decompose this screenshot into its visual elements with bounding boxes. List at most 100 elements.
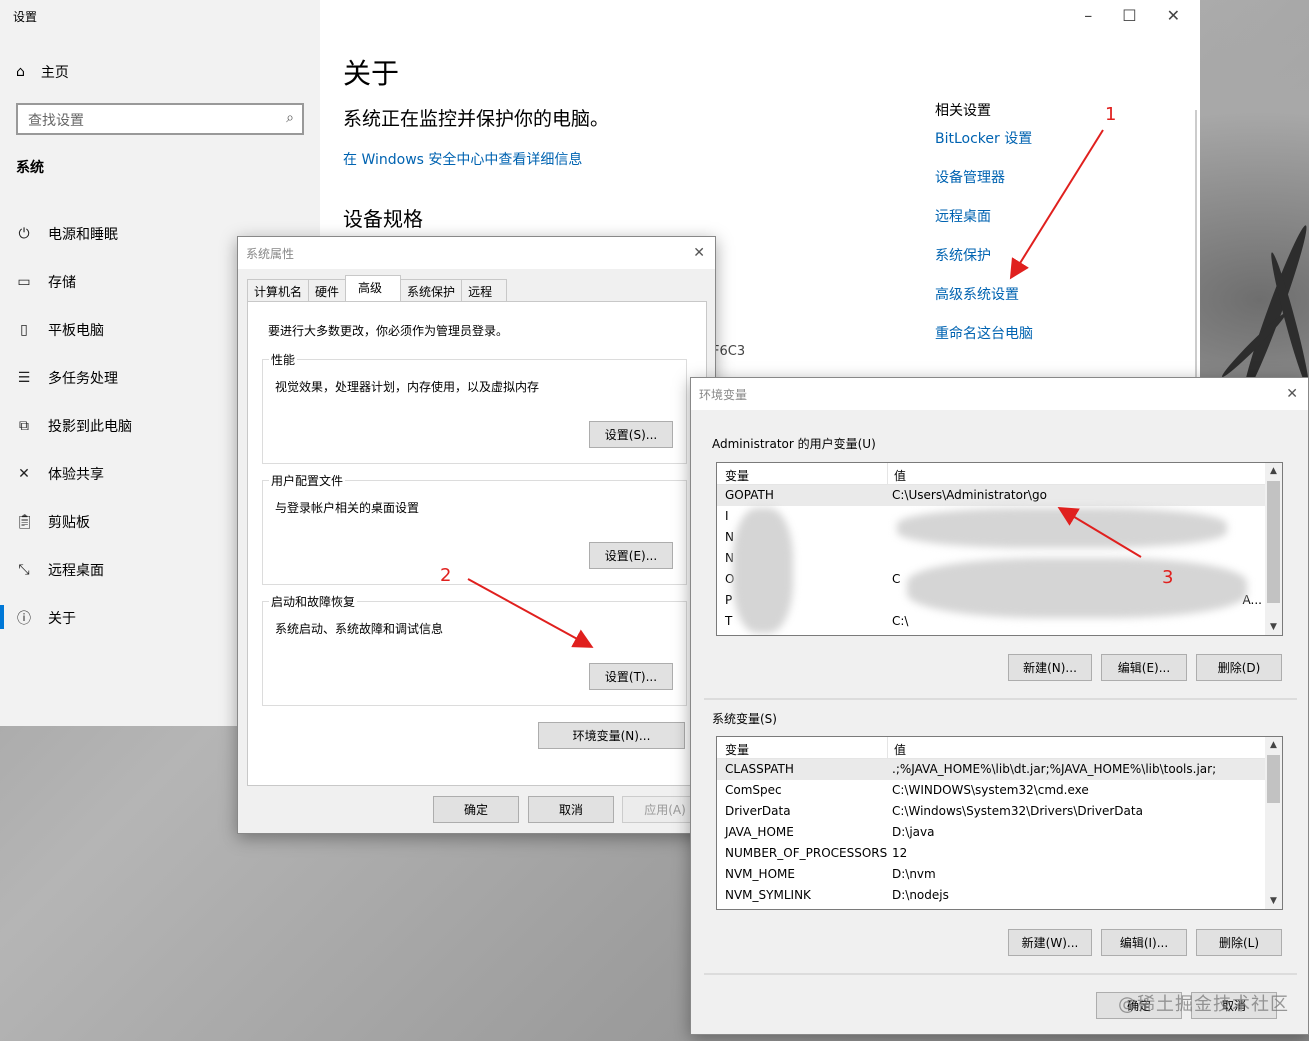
scroll-thumb[interactable] [1267,481,1280,603]
profiles-settings-button[interactable]: 设置(E)... [589,542,673,569]
divider [704,973,1297,975]
sidebar-item-remote[interactable]: ⤡ 远程桌面 [16,556,104,584]
admin-note: 要进行大多数更改，你必须作为管理员登录。 [268,324,509,338]
sidebar-item-label: 电源和睡眠 [48,227,118,243]
system-properties-dialog: 系统属性 ✕ 计算机名 硬件 高级 系统保护 远程 要进行大多数更改，你必须作为… [237,236,716,834]
column-header-value[interactable]: 值 [888,737,912,758]
tablet-icon: ▯ [20,322,28,338]
device-spec-title: 设备规格 [343,207,423,231]
home-nav-item[interactable]: ⌂ 主页 [16,62,69,82]
scroll-thumb[interactable] [1267,755,1280,803]
sidebar-item-label: 存储 [48,275,76,291]
user-variables-list[interactable]: 变量 值 GOPATH C:\Users\Administrator\go I … [716,462,1283,636]
tab-hardware[interactable]: 硬件 [308,279,347,301]
system-variables-list[interactable]: 变量 值 CLASSPATH .;%JAVA_HOME%\lib\dt.jar;… [716,736,1283,910]
system-edit-button[interactable]: 编辑(I)... [1101,929,1187,956]
column-header-value[interactable]: 值 [888,463,912,484]
tab-strip: 计算机名 硬件 高级 系统保护 远程 [247,275,508,301]
multitask-icon: ☰ [17,370,31,386]
close-icon[interactable]: ✕ [1286,386,1298,402]
bitlocker-link[interactable]: BitLocker 设置 [935,128,1032,148]
scroll-down-icon[interactable]: ▼ [1265,622,1282,632]
environment-variables-dialog: 环境变量 ✕ Administrator 的用户变量(U) 变量 值 GOPAT… [690,377,1309,1035]
search-icon: ⌕ [286,110,294,126]
vertical-scrollbar[interactable]: ▲ ▼ [1265,463,1282,635]
var-name: JAVA_HOME [725,825,794,839]
vertical-scrollbar[interactable]: ▲ ▼ [1265,737,1282,909]
sidebar-item-power[interactable]: ⏻ 电源和睡眠 [16,220,118,248]
environment-variables-button[interactable]: 环境变量(N)... [538,722,685,749]
user-new-button[interactable]: 新建(N)... [1008,654,1092,681]
sidebar-item-tablet[interactable]: ▯ 平板电脑 [16,316,104,344]
system-new-button[interactable]: 新建(W)... [1008,929,1092,956]
advanced-system-settings-link[interactable]: 高级系统设置 [935,284,1019,304]
minimize-icon[interactable]: – [1084,6,1092,25]
table-row[interactable]: NVM_HOME D:\nvm [717,864,1282,885]
tab-system-protection[interactable]: 系统保护 [400,279,463,301]
page-title: 关于 [343,57,400,90]
group-label: 性能 [269,351,298,368]
tab-remote[interactable]: 远程 [461,279,508,301]
column-header-variable[interactable]: 变量 [717,463,888,484]
protection-status: 系统正在监控并保护你的电脑。 [343,108,610,130]
sidebar-item-clipboard[interactable]: 📋︎ 剪贴板 [16,508,90,536]
redaction-blur [733,508,793,633]
var-name: CLASSPATH [725,762,794,776]
rename-pc-link[interactable]: 重命名这台电脑 [935,323,1033,343]
var-value: .;%JAVA_HOME%\lib\dt.jar;%JAVA_HOME%\lib… [892,762,1217,776]
tab-advanced[interactable]: 高级 [345,275,402,301]
system-protection-link[interactable]: 系统保护 [935,245,991,265]
active-indicator [0,605,4,629]
close-icon[interactable]: ✕ [693,245,705,261]
table-row[interactable]: NVM_SYMLINK D:\nodejs [717,885,1282,906]
sidebar-item-storage[interactable]: ▭ 存储 [16,268,76,296]
user-edit-button[interactable]: 编辑(E)... [1101,654,1187,681]
var-value: D:\nvm [892,867,936,881]
redaction-blur [897,508,1227,548]
device-manager-link[interactable]: 设备管理器 [935,167,1005,187]
system-delete-button[interactable]: 删除(L) [1196,929,1282,956]
related-settings-title: 相关设置 [935,103,991,119]
search-input[interactable]: 查找设置 ⌕ [16,103,304,135]
sidebar-item-share[interactable]: ✕ 体验共享 [16,460,104,488]
watermark: @稀土掘金技术社区 [1118,994,1289,1015]
tab-computer-name[interactable]: 计算机名 [247,279,310,301]
ok-button[interactable]: 确定 [433,796,519,823]
table-row[interactable]: NUMBER_OF_PROCESSORS 12 [717,843,1282,864]
share-icon: ✕ [18,466,30,482]
user-variables-label: Administrator 的用户变量(U) [712,437,876,451]
security-center-link[interactable]: 在 Windows 安全中心中查看详细信息 [343,149,582,169]
sidebar-item-multitask[interactable]: ☰ 多任务处理 [16,364,118,392]
remote-desktop-link[interactable]: 远程桌面 [935,206,991,226]
home-label: 主页 [40,65,69,81]
close-icon[interactable]: ✕ [1167,6,1180,25]
sidebar-item-label: 投影到此电脑 [48,419,132,435]
table-row[interactable]: DriverData C:\Windows\System32\Drivers\D… [717,801,1282,822]
window-title: 设置 [13,10,38,24]
sidebar-item-project[interactable]: ⧉ 投影到此电脑 [16,412,132,440]
scroll-up-icon[interactable]: ▲ [1265,740,1282,750]
table-row[interactable]: JAVA_HOME D:\java [717,822,1282,843]
maximize-icon[interactable]: ☐ [1122,6,1136,25]
user-delete-button[interactable]: 删除(D) [1196,654,1282,681]
remote-icon: ⤡ [18,562,30,578]
scroll-up-icon[interactable]: ▲ [1265,466,1282,476]
annotation-label-3: 3 [1162,567,1174,588]
var-name: GOPATH [725,488,774,502]
performance-settings-button[interactable]: 设置(S)... [589,421,673,448]
cancel-button[interactable]: 取消 [528,796,614,823]
performance-group: 性能 视觉效果，处理器计划，内存使用，以及虚拟内存 设置(S)... [262,351,687,464]
wallpaper-brush-stroke [1237,223,1309,397]
sidebar-item-about[interactable]: ⓘ 关于 [16,604,76,632]
startup-settings-button[interactable]: 设置(T)... [589,663,673,690]
group-description: 视觉效果，处理器计划，内存使用，以及虚拟内存 [275,380,540,394]
column-header-variable[interactable]: 变量 [717,737,888,758]
table-row[interactable]: CLASSPATH .;%JAVA_HOME%\lib\dt.jar;%JAVA… [717,759,1282,780]
power-icon: ⏻ [18,226,30,242]
sidebar-item-label: 体验共享 [48,467,104,483]
scroll-down-icon[interactable]: ▼ [1265,896,1282,906]
table-row[interactable]: ComSpec C:\WINDOWS\system32\cmd.exe [717,780,1282,801]
group-description: 与登录帐户相关的桌面设置 [275,501,420,515]
table-row[interactable]: GOPATH C:\Users\Administrator\go [717,485,1282,506]
scrollbar[interactable] [1195,110,1197,380]
